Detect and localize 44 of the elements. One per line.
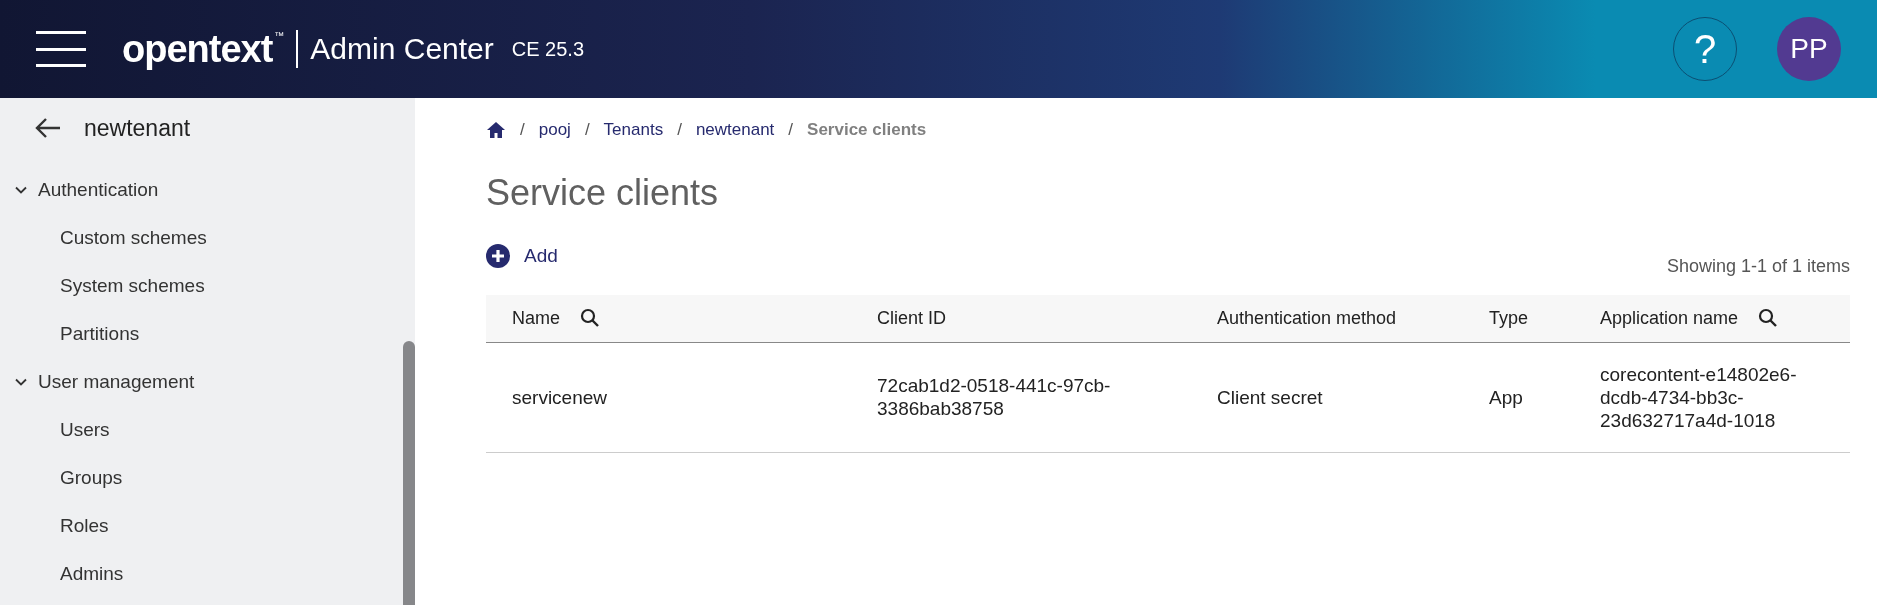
column-header: Application name <box>1600 307 1739 329</box>
column-header: Authentication method <box>1217 307 1397 329</box>
brand-logo: opentext <box>122 27 273 71</box>
breadcrumb-separator: / <box>520 120 525 140</box>
tenant-title: newtenant <box>84 114 191 142</box>
version-label: CE 25.3 <box>511 37 585 61</box>
table-cell: 72cab1d2-0518-441c-97cb-3386bab38758 <box>851 342 1191 452</box>
trademark-sign: ™ <box>274 30 285 41</box>
search-icon[interactable] <box>1758 308 1779 329</box>
breadcrumb-link[interactable]: Service clients <box>807 120 927 140</box>
user-avatar[interactable]: PP <box>1777 17 1841 81</box>
sidebar-item[interactable]: Custom schemes <box>0 214 207 262</box>
add-button[interactable]: Add <box>486 244 558 268</box>
column-header: Client ID <box>877 307 947 329</box>
back-button[interactable] <box>34 116 62 140</box>
menu-button[interactable] <box>36 31 86 67</box>
table-cell: corecontent-e14802e6-dcdb-4734-bb3c-23d632717a4d-1018 <box>1600 342 1850 452</box>
breadcrumb-link[interactable]: Tenants <box>603 120 664 140</box>
sidebar-item[interactable]: Partitions <box>0 310 140 358</box>
table-cell: servicenew <box>486 342 851 452</box>
product-name: Admin Center <box>310 32 494 66</box>
home-icon[interactable] <box>486 121 506 139</box>
back-arrow-icon <box>34 116 62 140</box>
page-title: Service clients <box>486 172 720 214</box>
breadcrumb-link[interactable]: newtenant <box>695 120 775 140</box>
plus-circle-icon <box>486 244 510 268</box>
sidebar-item[interactable]: Admins <box>0 550 124 598</box>
breadcrumb-link[interactable]: pooj <box>538 120 571 140</box>
breadcrumb-separator: / <box>584 120 590 140</box>
sidebar-item[interactable]: Groups <box>0 454 123 502</box>
table-cell: App <box>1463 342 1600 452</box>
column-header: Type <box>1489 307 1529 329</box>
sidebar-item[interactable]: System schemes <box>0 262 205 310</box>
breadcrumb-separator: / <box>788 120 794 140</box>
sidebar-item[interactable]: Roles <box>0 502 109 550</box>
sidebar-item[interactable]: Users <box>0 406 110 454</box>
scrollbar-thumb[interactable] <box>403 341 415 605</box>
sidebar-section[interactable]: Authentication <box>0 166 159 214</box>
column-header: Name <box>512 307 560 329</box>
search-icon[interactable] <box>580 308 600 329</box>
table-cell: Client secret <box>1191 342 1463 452</box>
breadcrumb-separator: / <box>677 120 682 140</box>
item-count: Showing 1-1 of 1 items <box>1666 256 1850 277</box>
sidebar-section[interactable]: User management <box>0 358 195 406</box>
